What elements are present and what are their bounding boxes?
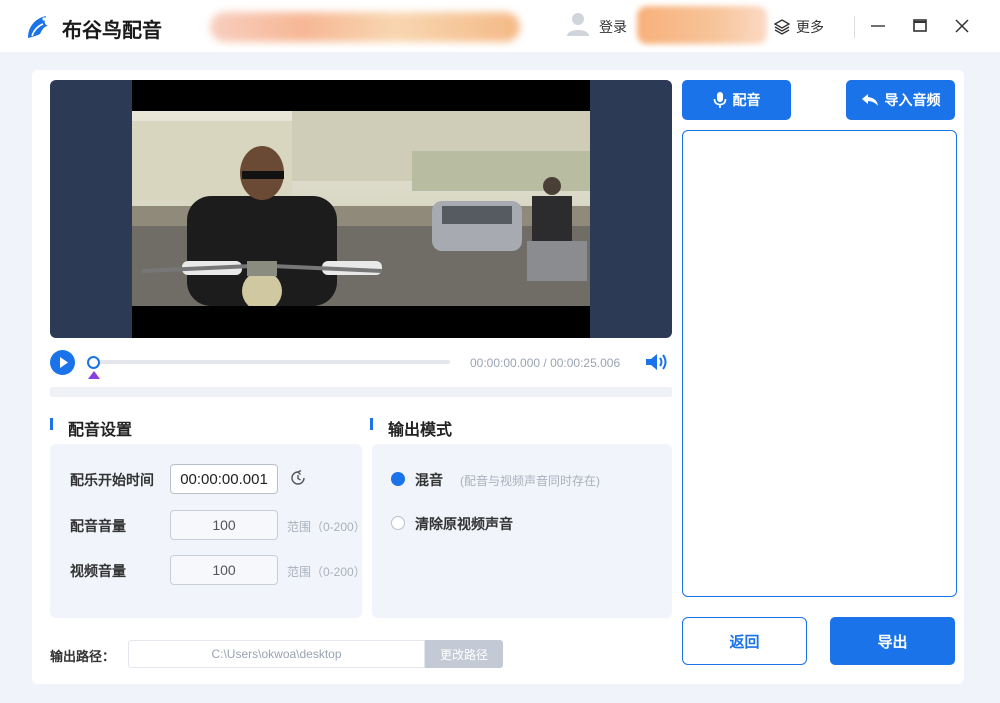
user-avatar-icon[interactable]	[566, 11, 590, 37]
import-audio-button[interactable]: 导入音频	[846, 80, 955, 120]
video-volume-hint: 范围（0-200）	[287, 565, 366, 579]
output-path-input[interactable]: C:\Users\okwoa\desktop	[128, 640, 425, 668]
title-separator	[854, 16, 855, 38]
section-indicator	[50, 418, 53, 430]
change-path-button[interactable]: 更改路径	[425, 640, 503, 668]
video-preview[interactable]	[50, 80, 672, 338]
title-bar: 布谷鸟配音 登录 更多	[0, 0, 1000, 52]
bird-logo-icon	[28, 16, 48, 38]
export-button[interactable]: 导出	[830, 617, 955, 665]
play-button[interactable]	[50, 350, 75, 375]
video-volume-label: 视频音量	[70, 563, 126, 579]
start-marker[interactable]	[88, 371, 100, 379]
clear-audio-option-label[interactable]: 清除原视频声音	[415, 514, 513, 534]
video-frame	[132, 111, 590, 306]
progress-track[interactable]	[94, 360, 450, 364]
reply-arrow-icon	[861, 94, 878, 106]
app-title: 布谷鸟配音	[62, 20, 162, 42]
progress-knob[interactable]	[87, 356, 100, 369]
start-time-label: 配乐开始时间	[70, 472, 154, 488]
back-button[interactable]: 返回	[682, 617, 807, 665]
microphone-icon	[713, 92, 726, 108]
more-menu[interactable]: 更多	[774, 17, 824, 37]
dub-volume-hint: 范围（0-200）	[287, 520, 366, 534]
output-mode-title: 输出模式	[388, 422, 453, 439]
start-time-input[interactable]: 00:00:00.001	[170, 464, 278, 494]
more-label: 更多	[796, 19, 824, 35]
login-link[interactable]: 登录	[599, 17, 627, 37]
dub-volume-input[interactable]: 100	[170, 510, 278, 540]
clear-audio-radio[interactable]	[391, 516, 405, 530]
import-audio-label: 导入音频	[884, 92, 941, 108]
play-icon	[60, 357, 68, 368]
clock-reset-icon[interactable]	[289, 469, 307, 487]
dub-volume-label: 配音音量	[70, 518, 126, 534]
dub-button-label: 配音	[732, 92, 761, 108]
blurred-user-info	[637, 6, 767, 44]
dub-button[interactable]: 配音	[682, 80, 791, 120]
minimize-icon[interactable]	[868, 16, 888, 36]
volume-icon[interactable]	[644, 351, 668, 373]
mix-option-note: (配音与视频声音同时存在)	[460, 474, 600, 488]
dub-settings-title: 配音设置	[68, 422, 133, 439]
close-icon[interactable]	[952, 16, 972, 36]
layers-icon	[774, 19, 790, 35]
audio-list-area[interactable]	[682, 130, 957, 597]
video-letterbox	[132, 80, 590, 338]
output-path-label: 输出路径：	[50, 649, 116, 664]
section-indicator	[370, 418, 373, 430]
mix-radio[interactable]	[391, 472, 405, 486]
blurred-banner	[210, 12, 520, 42]
maximize-icon[interactable]	[910, 16, 930, 36]
timeline-strip[interactable]	[50, 387, 672, 397]
mix-option-label[interactable]: 混音	[415, 470, 443, 490]
video-volume-input[interactable]: 100	[170, 555, 278, 585]
time-display: 00:00:00.000 / 00:00:25.006	[470, 356, 621, 370]
